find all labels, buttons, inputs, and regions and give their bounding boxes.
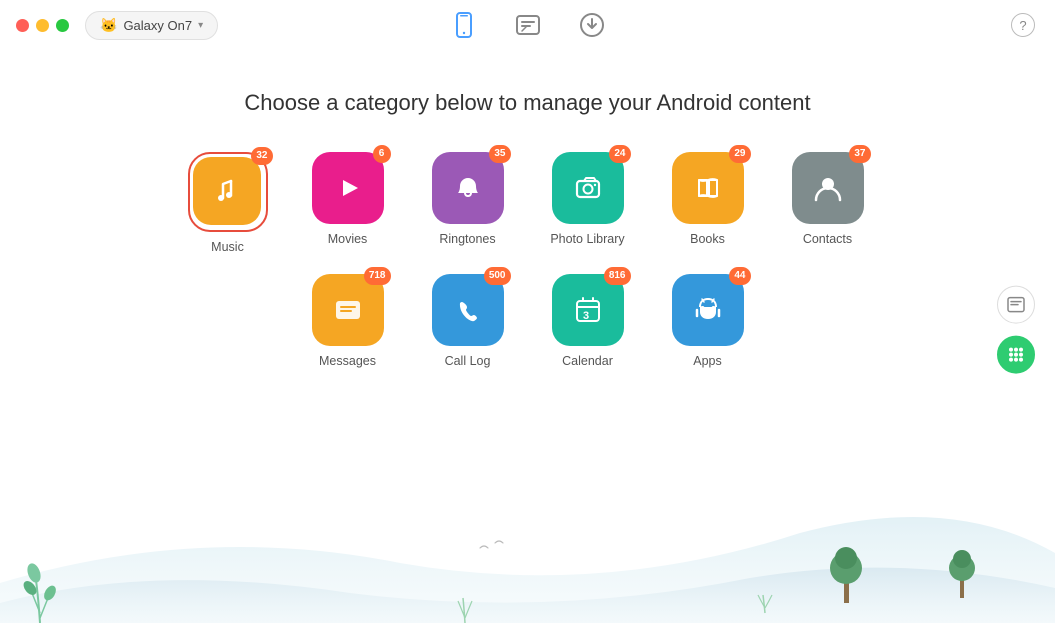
category-row-2: 718 Messages 500 Call Log xyxy=(303,274,753,368)
call-log-label: Call Log xyxy=(445,354,491,368)
calendar-icon-wrap: 3 816 xyxy=(552,274,624,346)
category-grid: 32 Music 6 Movies xyxy=(183,152,873,368)
ringtones-icon xyxy=(432,152,504,224)
music-label: Music xyxy=(211,240,244,254)
contacts-label: Contacts xyxy=(803,232,852,246)
movies-icon-wrap: 6 xyxy=(312,152,384,224)
messages-icon-wrap: 718 xyxy=(312,274,384,346)
photo-library-badge: 24 xyxy=(609,145,630,163)
transfer-icon-button[interactable] xyxy=(510,7,546,43)
books-badge: 29 xyxy=(729,145,750,163)
category-item-contacts[interactable]: 37 Contacts xyxy=(783,152,873,246)
movies-badge: 6 xyxy=(373,145,391,163)
ringtones-icon-wrap: 35 xyxy=(432,152,504,224)
help-button[interactable]: ? xyxy=(1011,13,1035,37)
music-badge: 32 xyxy=(251,147,272,165)
main-content: Choose a category below to manage your A… xyxy=(0,50,1055,368)
page-title: Choose a category below to manage your A… xyxy=(244,90,810,116)
contacts-icon-wrap: 37 xyxy=(792,152,864,224)
books-icon xyxy=(672,152,744,224)
category-item-messages[interactable]: 718 Messages xyxy=(303,274,393,368)
chevron-down-icon: ▾ xyxy=(198,20,203,31)
photo-library-icon xyxy=(552,152,624,224)
right-buttons xyxy=(997,285,1035,373)
movies-icon xyxy=(312,152,384,224)
category-item-music[interactable]: 32 Music xyxy=(183,152,273,254)
traffic-lights xyxy=(16,19,69,32)
right-action-button-1[interactable] xyxy=(997,285,1035,323)
category-item-books[interactable]: 29 Books xyxy=(663,152,753,246)
device-name: Galaxy On7 xyxy=(123,18,192,33)
messages-label: Messages xyxy=(319,354,376,368)
svg-text:3: 3 xyxy=(583,310,589,322)
category-item-call-log[interactable]: 500 Call Log xyxy=(423,274,513,368)
calendar-label: Calendar xyxy=(562,354,613,368)
titlebar: 🐱 Galaxy On7 ▾ xyxy=(0,0,1055,50)
photo-library-icon-wrap: 24 xyxy=(552,152,624,224)
close-button[interactable] xyxy=(16,19,29,32)
apps-icon-wrap: 44 xyxy=(672,274,744,346)
music-icon xyxy=(193,157,261,225)
books-label: Books xyxy=(690,232,725,246)
apps-icon xyxy=(672,274,744,346)
ringtones-label: Ringtones xyxy=(439,232,495,246)
minimize-button[interactable] xyxy=(36,19,49,32)
apps-label: Apps xyxy=(693,354,722,368)
apps-badge: 44 xyxy=(729,267,750,285)
category-item-ringtones[interactable]: 35 Ringtones xyxy=(423,152,513,246)
device-selector[interactable]: 🐱 Galaxy On7 ▾ xyxy=(85,11,218,40)
device-icon: 🐱 xyxy=(100,17,117,34)
call-log-badge: 500 xyxy=(484,267,511,285)
category-item-calendar[interactable]: 3 816 Calendar xyxy=(543,274,633,368)
call-log-icon-wrap: 500 xyxy=(432,274,504,346)
movies-label: Movies xyxy=(328,232,368,246)
messages-badge: 718 xyxy=(364,267,391,285)
photo-library-label: Photo Library xyxy=(550,232,624,246)
calendar-badge: 816 xyxy=(604,267,631,285)
contacts-icon xyxy=(792,152,864,224)
category-item-apps[interactable]: 44 Apps xyxy=(663,274,753,368)
right-action-button-2[interactable] xyxy=(997,335,1035,373)
titlebar-center xyxy=(446,7,610,43)
maximize-button[interactable] xyxy=(56,19,69,32)
download-icon-button[interactable] xyxy=(574,7,610,43)
phone-icon-button[interactable] xyxy=(446,7,482,43)
scenery xyxy=(0,503,1055,623)
books-icon-wrap: 29 xyxy=(672,152,744,224)
category-item-photo-library[interactable]: 24 Photo Library xyxy=(543,152,633,246)
music-icon-wrap: 32 xyxy=(188,152,268,232)
help-label: ? xyxy=(1019,18,1026,33)
ringtones-badge: 35 xyxy=(489,145,510,163)
contacts-badge: 37 xyxy=(849,145,870,163)
category-row-1: 32 Music 6 Movies xyxy=(183,152,873,254)
category-item-movies[interactable]: 6 Movies xyxy=(303,152,393,246)
